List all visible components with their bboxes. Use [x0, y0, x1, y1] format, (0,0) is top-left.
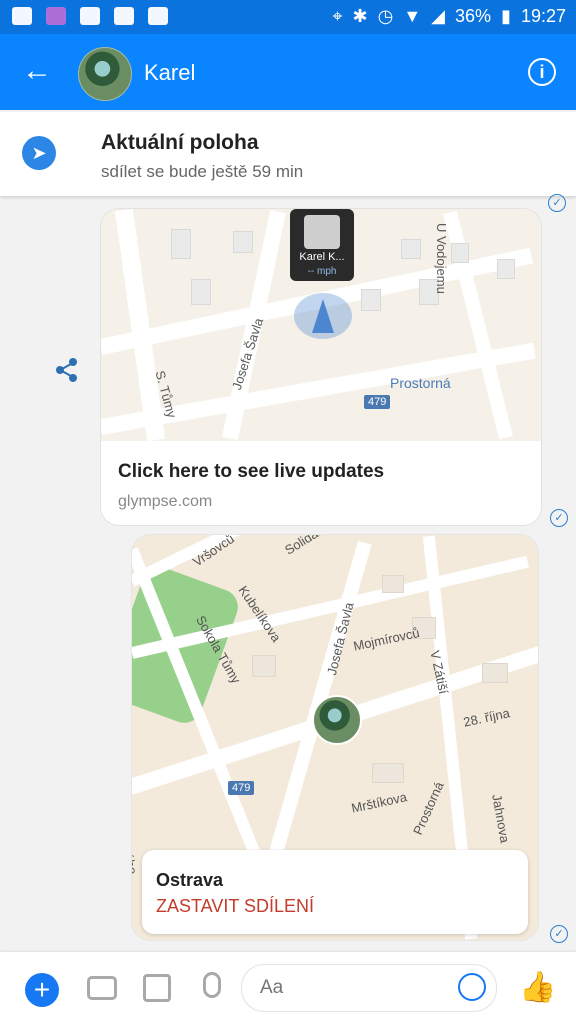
map-label: Solidar.	[282, 535, 327, 558]
avatar-placeholder-icon	[304, 215, 340, 249]
signal-icon: ◢	[431, 6, 446, 26]
message-composer: + 👍	[0, 952, 576, 1024]
bluetooth-icon: ✱	[352, 6, 368, 26]
map-building	[482, 663, 508, 683]
road-number-badge: 479	[364, 395, 391, 409]
gallery-icon[interactable]	[143, 974, 171, 1002]
battery-text: 36%	[455, 6, 492, 26]
camera-icon[interactable]	[87, 976, 117, 1000]
map-label: rého	[132, 847, 141, 876]
map-label: U Vodojemu	[434, 223, 449, 294]
contact-name[interactable]: Karel	[144, 60, 195, 86]
location-subtitle: sdílet se bude ještě 59 min	[101, 162, 304, 181]
like-icon[interactable]: 👍	[519, 972, 556, 1004]
image-icon	[148, 7, 168, 25]
clock-text: 19:27	[520, 6, 566, 26]
location-arrow-icon	[294, 293, 352, 339]
user-location-avatar	[312, 695, 362, 745]
map-label: Mojmírovců	[352, 625, 421, 654]
map-building	[451, 243, 469, 263]
live-map[interactable]: U Vodojemu S. Tůmy Josefa Šavla Prostorn…	[101, 209, 541, 442]
location-share-card[interactable]: Vršovců Solidar. Kubelíkova Sokola Tůmy …	[132, 535, 538, 940]
seen-check-icon: ✓	[548, 194, 566, 212]
road-number-badge: 479	[228, 781, 255, 795]
status-bar: ⌖ ✱ ◷ ▼ ◢ 36% ▮ 19:27	[0, 0, 576, 34]
navigation-icon: ➤	[22, 136, 56, 170]
place-name: Ostrava	[156, 870, 224, 890]
live-location-card[interactable]: U Vodojemu S. Tůmy Josefa Šavla Prostorn…	[101, 209, 541, 525]
map-label: Prostorná	[390, 375, 451, 391]
share-icon-svg	[56, 358, 77, 382]
mail-icon	[80, 7, 100, 25]
map-road	[114, 209, 166, 442]
emoji-icon[interactable]	[458, 973, 486, 1001]
map-building	[361, 289, 381, 311]
map-label: Prostorná	[410, 779, 447, 838]
add-icon[interactable]: +	[25, 973, 59, 1007]
microphone-icon[interactable]	[203, 972, 221, 998]
map-building	[401, 239, 421, 259]
map-building	[191, 279, 211, 305]
status-right: ⌖ ✱ ◷ ▼ ◢ 36% ▮ 19:27	[332, 6, 566, 27]
pin-name: Karel K...	[299, 251, 345, 263]
contact-avatar[interactable]	[78, 47, 132, 101]
seen-check-icon: ✓	[550, 925, 568, 943]
location-icon: ⌖	[332, 6, 343, 26]
stop-sharing-button[interactable]: ZASTAVIT SDÍLENÍ	[156, 896, 314, 917]
message-icon	[46, 7, 66, 25]
map-building	[233, 231, 253, 253]
map-label: 28. října	[462, 705, 512, 730]
user-pin-callout: Karel K... -- mph	[290, 209, 354, 281]
message-icon	[114, 7, 134, 25]
share-icon[interactable]	[52, 355, 82, 385]
live-updates-link[interactable]: Click here to see live updates	[118, 461, 384, 483]
map-building	[252, 655, 276, 677]
wifi-icon: ▼	[403, 6, 422, 26]
message-input[interactable]	[258, 974, 432, 1002]
map-label: Mrštíkova	[350, 789, 409, 816]
pin-speed: -- mph	[307, 266, 337, 277]
back-button[interactable]: ←	[22, 56, 52, 86]
message-icon	[12, 7, 32, 25]
seen-check-icon: ✓	[550, 509, 568, 527]
map-label: Vršovců	[190, 535, 237, 570]
info-button[interactable]: i	[528, 58, 556, 86]
alarm-icon: ◷	[377, 6, 394, 26]
battery-icon: ▮	[501, 6, 511, 26]
map-building	[372, 763, 404, 783]
location-banner[interactable]: ➤ Aktuální poloha sdílet se bude ještě 5…	[0, 112, 576, 196]
map-building	[382, 575, 404, 593]
map-label: Jahnova	[489, 793, 513, 845]
location-title: Aktuální poloha	[101, 131, 259, 154]
map-building	[497, 259, 515, 279]
map-building	[171, 229, 191, 259]
message-input-container[interactable]	[241, 964, 497, 1012]
location-card-panel: Ostrava ZASTAVIT SDÍLENÍ	[142, 850, 528, 934]
app-bar: ← Karel i	[0, 34, 576, 110]
link-domain: glympse.com	[118, 493, 213, 510]
